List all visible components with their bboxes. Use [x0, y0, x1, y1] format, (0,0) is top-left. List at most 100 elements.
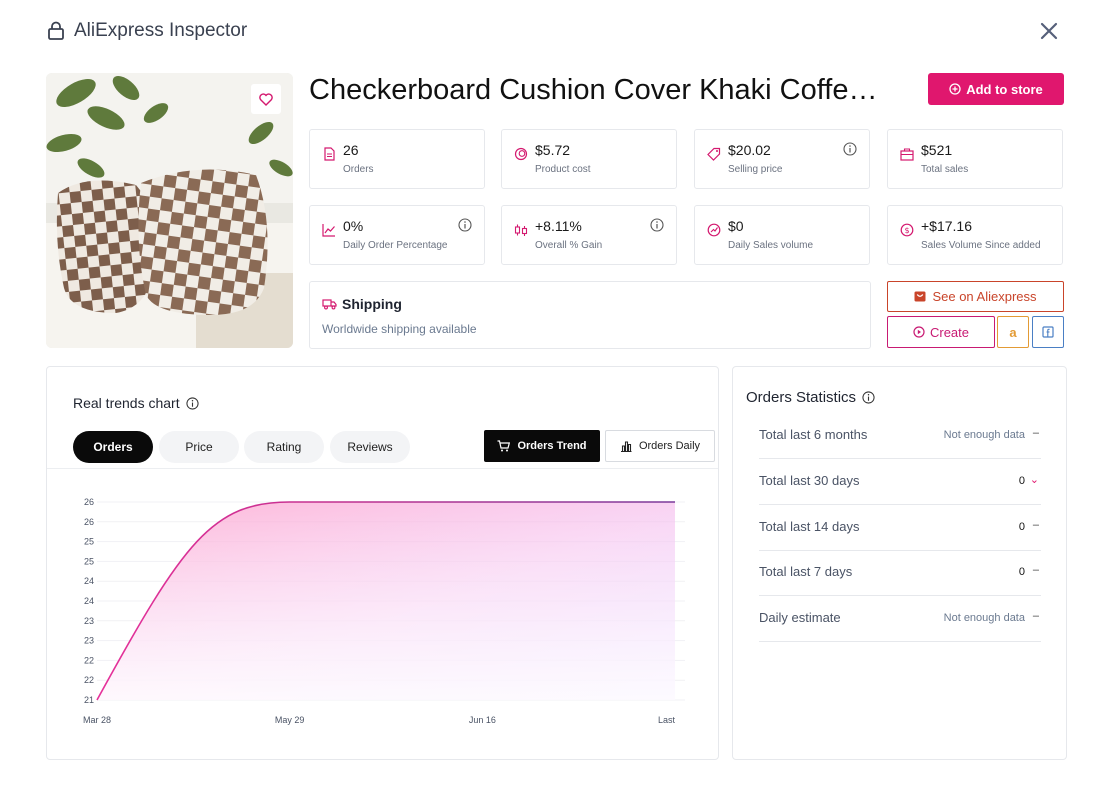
x-tick-label: May 29: [275, 715, 305, 725]
stat-card-total-sales: $521 Total sales: [887, 129, 1063, 189]
orders-daily-button[interactable]: Orders Daily: [605, 430, 715, 462]
create-label: Create: [929, 324, 970, 340]
stat-card-selling-price: $20.02 Selling price: [694, 129, 870, 189]
chart-title: Real trends chart: [73, 395, 199, 411]
y-tick-label: 23: [84, 636, 94, 646]
app-header: AliExpress Inspector: [47, 20, 247, 42]
stats-row-value: 0: [1018, 475, 1025, 487]
product-image: [46, 73, 293, 348]
info-icon[interactable]: [458, 218, 472, 232]
y-tick-label: 26: [84, 497, 94, 507]
stat-label: Selling price: [728, 164, 783, 175]
see-on-aliexpress-label: See on Aliexpress: [932, 289, 1037, 304]
stats-row-label: Total last 6 months: [759, 427, 868, 442]
aliexpress-bag-icon: [914, 291, 926, 302]
amazon-button[interactable]: a: [997, 316, 1029, 348]
tab-price[interactable]: Price: [159, 431, 239, 463]
flat-trend-icon: –: [1032, 564, 1039, 576]
orders-daily-label: Orders Daily: [638, 440, 701, 452]
y-axis-labels: 26 26 25 25 24 24 23 23 22 22 21: [84, 497, 94, 705]
stats-row-last-30-days: Total last 30 days 0 ⌄: [759, 459, 1041, 505]
document-icon: [324, 147, 335, 161]
info-icon[interactable]: [186, 396, 199, 410]
x-tick-label: Jun 16: [469, 715, 496, 725]
shipping-title: Shipping: [342, 296, 402, 312]
flat-trend-icon: –: [1032, 610, 1039, 622]
stat-label: Daily Order Percentage: [343, 240, 448, 251]
stat-value: 0%: [343, 218, 364, 234]
stat-label: Orders: [343, 164, 374, 175]
stat-card-daily-sales-volume: $0 Daily Sales volume: [694, 205, 870, 265]
shipping-card: Shipping Worldwide shipping available: [309, 281, 871, 349]
see-on-aliexpress-button[interactable]: See on Aliexpress: [887, 281, 1064, 312]
facebook-button[interactable]: [1032, 316, 1064, 348]
orders-area-chart: 26 26 25 25 24 24 23 23 22 22 21 Mar 28 May 29 Jun 1…: [83, 497, 685, 725]
stat-value: $5.72: [535, 142, 571, 158]
briefcase-icon: [900, 148, 914, 161]
chart-title-label: Real trends chart: [73, 395, 180, 411]
stats-row-value: Not enough data: [943, 612, 1025, 624]
bar-chart-icon: [620, 441, 632, 452]
stats-row-label: Total last 14 days: [759, 519, 860, 534]
info-icon[interactable]: [843, 142, 857, 156]
dollar-circle-icon: $: [900, 223, 914, 237]
flat-trend-icon: –: [1032, 427, 1039, 439]
info-icon[interactable]: [862, 391, 875, 404]
tab-rating[interactable]: Rating: [244, 431, 324, 463]
app-title: AliExpress Inspector: [74, 20, 248, 41]
stat-value: $521: [921, 142, 953, 158]
orders-area-fade: [97, 502, 675, 700]
info-icon[interactable]: [650, 218, 664, 232]
stats-row-value: Not enough data: [943, 429, 1025, 441]
stats-row-last-14-days: Total last 14 days 0 –: [759, 505, 1041, 551]
orders-statistics-panel: Orders Statistics Total last 6 months No…: [732, 366, 1067, 760]
play-circle-icon: [913, 326, 925, 338]
y-tick-label: 22: [84, 655, 94, 665]
add-to-store-label: Add to store: [966, 81, 1043, 97]
stat-label: Overall % Gain: [535, 240, 603, 251]
stat-label: Total sales: [921, 164, 969, 175]
add-to-store-button[interactable]: Add to store: [928, 73, 1064, 105]
y-tick-label: 23: [84, 616, 94, 626]
orders-trend-button[interactable]: Orders Trend: [484, 430, 600, 462]
facebook-icon: [1042, 326, 1054, 338]
y-tick-label: 25: [84, 556, 94, 566]
coins-icon: [514, 147, 528, 161]
stat-label: Sales Volume Since added: [921, 240, 1041, 251]
tab-reviews[interactable]: Reviews: [330, 431, 410, 463]
y-tick-label: 25: [84, 537, 94, 547]
heart-icon: [259, 92, 273, 106]
orders-statistics-title: Orders Statistics: [746, 389, 875, 406]
stats-row-value: 0: [1018, 521, 1025, 533]
orders-statistics-label: Orders Statistics: [746, 389, 857, 406]
line-chart-icon: [322, 224, 335, 237]
stat-card-sales-volume-since-added: $ +$17.16 Sales Volume Since added: [887, 205, 1063, 265]
tab-orders[interactable]: Orders: [73, 431, 153, 463]
create-button[interactable]: Create: [887, 316, 995, 348]
chart-divider: [47, 468, 718, 469]
stat-value: $20.02: [728, 142, 771, 158]
stats-row-label: Daily estimate: [759, 610, 841, 625]
y-tick-label: 26: [84, 517, 94, 527]
gauge-icon: [707, 223, 721, 237]
y-tick-label: 24: [84, 596, 94, 606]
plus-circle-icon: [949, 83, 961, 95]
y-tick-label: 22: [84, 675, 94, 685]
trends-chart-panel: Real trends chart Orders Price Rating Re…: [46, 366, 719, 760]
stats-row-last-6-months: Total last 6 months Not enough data –: [759, 413, 1041, 459]
x-axis-labels: Mar 28 May 29 Jun 16 Last: [83, 715, 676, 725]
stat-value: +$17.16: [921, 218, 972, 234]
stats-row-last-7-days: Total last 7 days 0 –: [759, 550, 1041, 596]
stat-card-daily-order-percentage: 0% Daily Order Percentage: [309, 205, 485, 265]
stat-card-overall-gain: +8.11% Overall % Gain: [501, 205, 677, 265]
chevron-down-icon: ⌄: [1029, 474, 1039, 486]
close-icon[interactable]: [1038, 20, 1060, 42]
stat-value: 26: [343, 142, 359, 158]
cart-icon: [497, 440, 511, 452]
stat-card-product-cost: $5.72 Product cost: [501, 129, 677, 189]
favorite-button[interactable]: [251, 84, 281, 114]
stat-card-orders: 26 Orders: [309, 129, 485, 189]
orders-trend-label: Orders Trend: [517, 440, 587, 452]
x-tick-label: Last: [658, 715, 676, 725]
flat-trend-icon: –: [1032, 519, 1039, 531]
